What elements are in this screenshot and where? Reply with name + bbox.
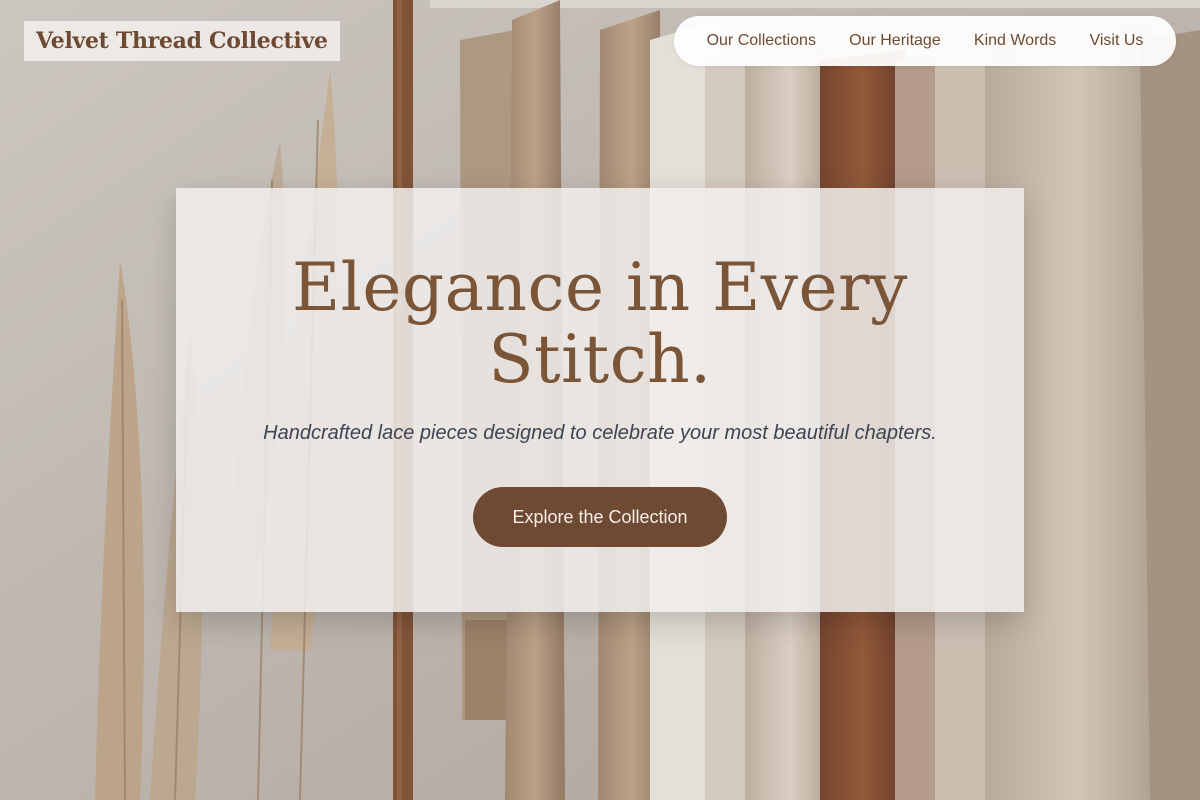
nav-item-our-heritage[interactable]: Our Heritage: [849, 32, 941, 50]
brand-logo[interactable]: Velvet Thread Collective: [24, 21, 340, 61]
explore-collection-button[interactable]: Explore the Collection: [473, 487, 727, 547]
hero-card: Elegance in Every Stitch. Handcrafted la…: [176, 188, 1024, 612]
nav-item-our-collections[interactable]: Our Collections: [707, 32, 816, 50]
nav-item-kind-words[interactable]: Kind Words: [974, 32, 1056, 50]
main-nav: Our Collections Our Heritage Kind Words …: [674, 16, 1176, 66]
nav-item-visit-us[interactable]: Visit Us: [1089, 32, 1143, 50]
hero-title: Elegance in Every Stitch.: [292, 249, 908, 398]
hero-subtitle: Handcrafted lace pieces designed to cele…: [263, 422, 937, 444]
brand-name: Velvet Thread Collective: [36, 28, 328, 54]
